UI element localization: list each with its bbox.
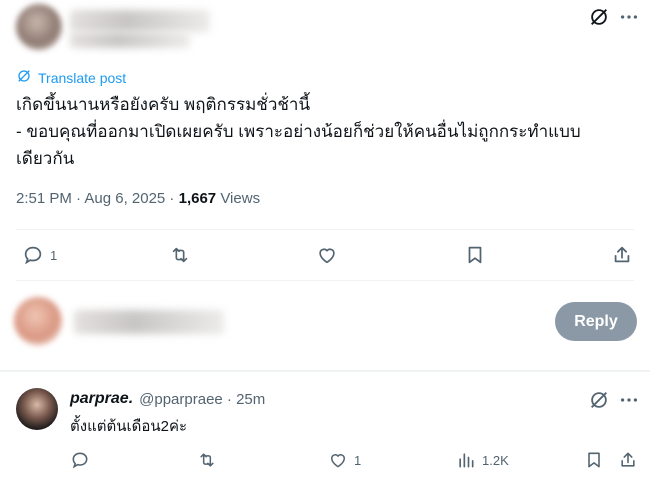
heart-icon	[316, 244, 338, 266]
grok-icon[interactable]	[588, 389, 610, 416]
compose-placeholder[interactable]	[74, 310, 224, 334]
tweet-text: เกิดขึ้นนานหรือยังครับ พฤติกรรมชั่วช้านี…	[16, 91, 636, 172]
reply-text: ตั้งแต่ต้นเดือน2ค่ะ	[70, 418, 188, 435]
reply-button[interactable]: Reply	[555, 302, 637, 341]
reply-avatar[interactable]	[16, 388, 58, 430]
bookmark-icon	[584, 450, 604, 470]
like-action[interactable]	[316, 244, 338, 266]
share-icon	[618, 450, 638, 470]
bookmark-action[interactable]	[464, 244, 486, 266]
tweet-line-1: เกิดขึ้นนานหรือยังครับ พฤติกรรมชั่วช้านี…	[16, 95, 311, 114]
reply-bookmark-action[interactable]	[584, 450, 604, 470]
author-avatar[interactable]	[16, 4, 62, 50]
own-avatar	[14, 297, 62, 345]
tweet-line-3: เดียวกัน	[16, 149, 75, 168]
views-count: 1,667	[178, 190, 217, 207]
views-label: Views	[216, 190, 261, 207]
author-name[interactable]	[70, 10, 210, 32]
reply-icon	[70, 450, 90, 470]
share-action[interactable]	[611, 244, 633, 266]
heart-icon	[328, 450, 348, 470]
reply-like-action[interactable]: 1	[328, 450, 361, 470]
tweet-timestamp[interactable]: 2:51 PM · Aug 6, 2025 ·	[16, 190, 179, 207]
share-icon	[611, 244, 633, 266]
analytics-icon	[456, 450, 476, 470]
grok-icon[interactable]	[588, 6, 610, 33]
tweet-meta: 2:51 PM · Aug 6, 2025 · 1,667 Views	[16, 190, 260, 207]
reply-share-action[interactable]	[618, 450, 638, 470]
author-handle[interactable]	[70, 32, 190, 48]
reply-header: parprae. @pparpraee · 25m	[70, 390, 265, 408]
reply-count: 1	[50, 247, 58, 263]
divider	[16, 229, 634, 230]
reply-handle[interactable]: @pparpraee · 25m	[139, 391, 265, 408]
tweet-line-2: - ขอบคุณที่ออกมาเปิดเผยครับ เพราะอย่างน้…	[16, 122, 581, 141]
divider	[0, 370, 650, 372]
reply-display-name[interactable]: parprae.	[70, 390, 133, 408]
divider	[16, 280, 634, 281]
reply-views-action[interactable]: 1.2K	[456, 450, 509, 470]
translate-post-link[interactable]: Translate post	[16, 68, 126, 87]
reply-views-count: 1.2K	[482, 452, 509, 468]
repost-icon	[196, 450, 218, 470]
translate-icon	[16, 68, 32, 87]
reply-icon	[22, 244, 44, 266]
reply-reply-action[interactable]	[70, 450, 90, 470]
reply-repost-action[interactable]	[196, 450, 218, 470]
repost-action[interactable]	[168, 244, 192, 266]
more-horizontal-icon[interactable]	[618, 389, 640, 416]
repost-icon	[168, 244, 192, 266]
translate-label: Translate post	[38, 69, 127, 86]
more-horizontal-icon[interactable]	[618, 6, 640, 33]
bookmark-icon	[464, 244, 486, 266]
reply-action[interactable]: 1	[22, 244, 57, 266]
reply-like-count: 1	[354, 452, 362, 468]
